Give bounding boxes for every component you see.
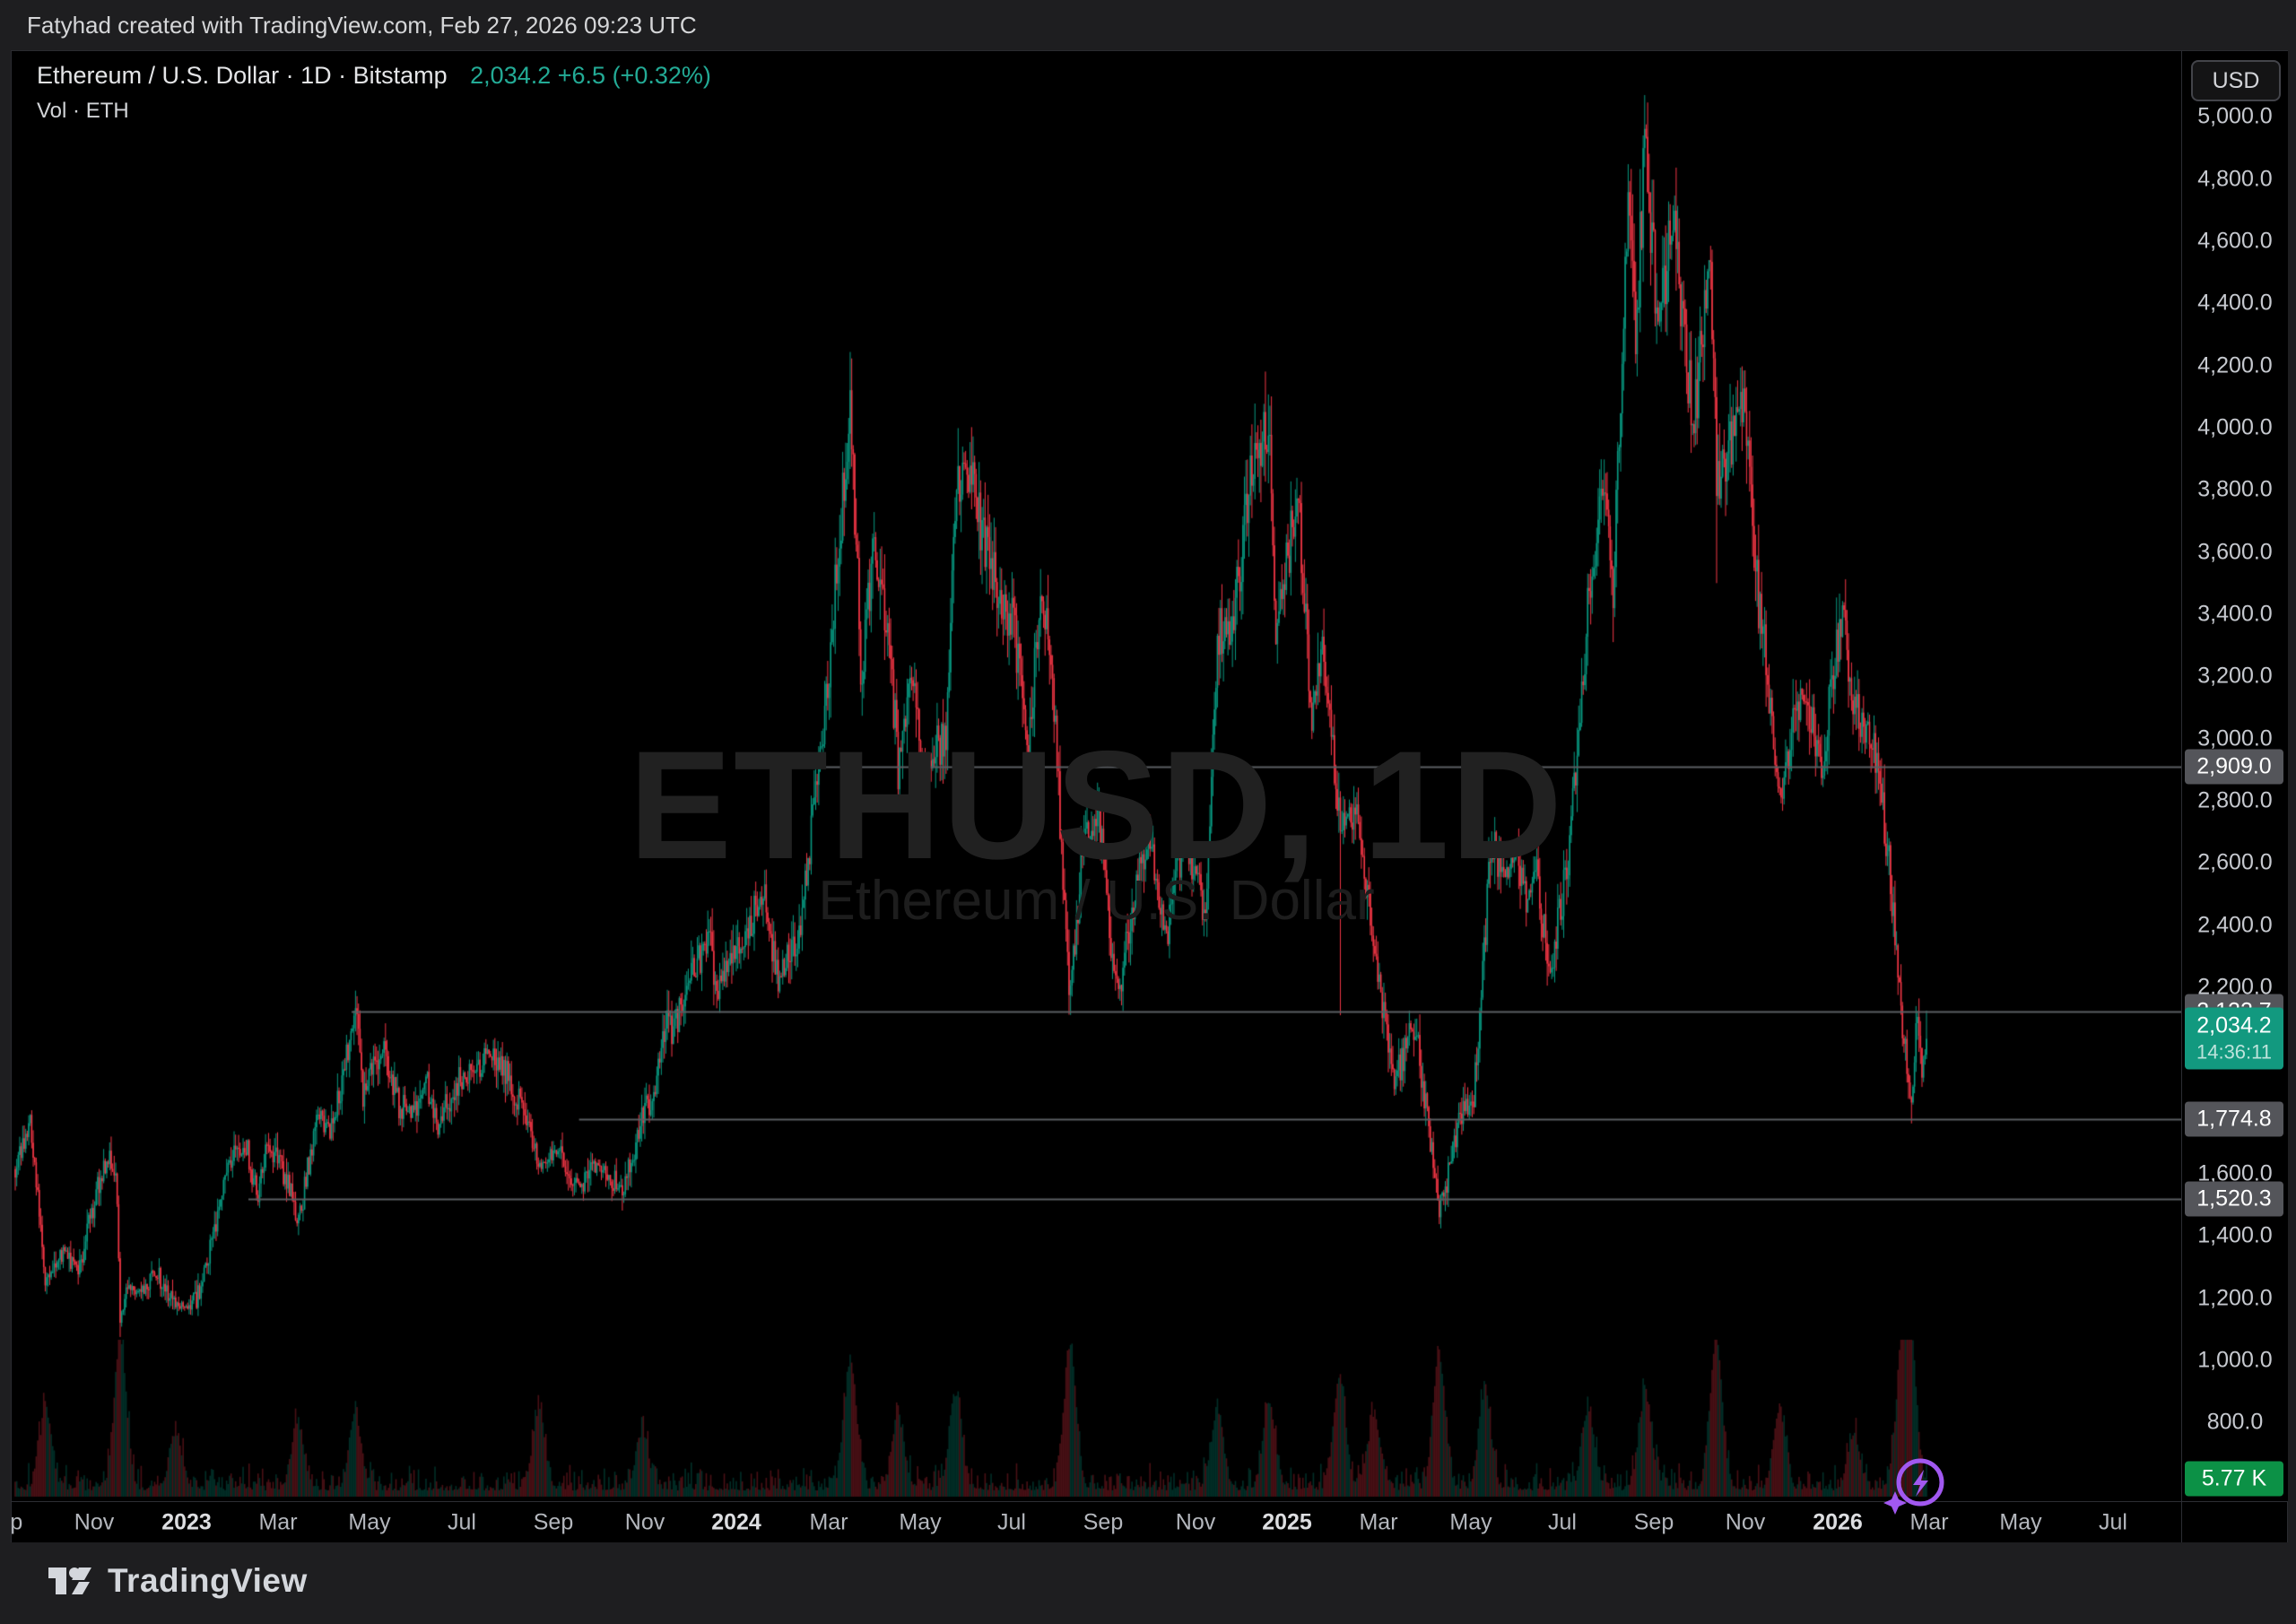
current-price-badge: 2,034.2 14:36:11 [2185,1008,2283,1070]
price-tick-label: 3,200.0 [2182,664,2288,690]
price-tick-label: 2,800.0 [2182,787,2288,813]
time-axis-label: Sep [1083,1509,1123,1535]
candlestick-chart-canvas[interactable] [12,51,2181,1501]
time-axis-label: Nov [625,1509,665,1535]
current-price-value: 2,034.2 [2185,1013,2283,1039]
time-axis-separator [2181,1502,2182,1542]
chart-panel: ETHUSD, 1D Ethereum / U.S. Dollar Ethere… [11,50,2288,1542]
price-tick-label: 4,000.0 [2182,414,2288,440]
volume-indicator-label[interactable]: Vol · ETH [37,99,711,124]
price-tick-label: 2,600.0 [2182,850,2288,876]
time-axis-label: Mar [1359,1509,1397,1535]
time-axis-label: Jul [997,1509,1026,1535]
price-tick-label: 2,400.0 [2182,912,2288,938]
price-tick-label: 4,400.0 [2182,291,2288,317]
bar-countdown: 14:36:11 [2185,1041,2283,1064]
price-change: +6.5 (+0.32%) [558,62,711,89]
tradingview-logo-icon [47,1566,95,1596]
time-axis-label: Jul [1548,1509,1577,1535]
time-axis-label: Mar [258,1509,297,1535]
time-axis-label: 2023 [161,1509,212,1535]
price-tick-label: 1,000.0 [2182,1347,2288,1373]
time-axis-label: Jul [448,1509,476,1535]
last-price: 2,034.2 +6.5 (+0.32%) [470,62,711,89]
tradingview-screenshot: Fatyhad created with TradingView.com, Fe… [0,0,2296,1624]
time-axis-label: May [348,1509,390,1535]
time-axis-label: Nov [1726,1509,1765,1535]
price-level-badge: 1,774.8 [2185,1102,2283,1137]
time-axis-label: Mar [809,1509,848,1535]
price-tick-label: 5,000.0 [2182,104,2288,130]
time-axis-label: May [1449,1509,1492,1535]
time-axis-label: May [899,1509,941,1535]
tradingview-logo-text: TradingView [108,1562,308,1600]
tradingview-logo[interactable]: TradingView [47,1562,308,1600]
time-axis-label: Sep [12,1509,22,1535]
time-axis-label: 2024 [711,1509,761,1535]
price-tick-label: 3,600.0 [2182,539,2288,565]
price-tick-label: 3,000.0 [2182,725,2288,751]
price-tick-label: 800.0 [2182,1410,2288,1436]
time-axis-label: Sep [1634,1509,1674,1535]
price-tick-label: 3,800.0 [2182,477,2288,503]
chart-legend[interactable]: Ethereum / U.S. Dollar · 1D · Bitstamp 2… [37,62,711,124]
price-axis[interactable]: USD 2,034.2 14:36:11 5.77 K 5,000.0 4,800… [2181,51,2288,1501]
time-axis-label: 2025 [1262,1509,1312,1535]
attribution-text: Fatyhad created with TradingView.com, Fe… [27,12,697,39]
price-tick-label: 3,400.0 [2182,601,2288,627]
price-tick-label: 1,400.0 [2182,1223,2288,1249]
time-axis-label: Nov [74,1509,114,1535]
time-axis-label: May [1999,1509,2041,1535]
symbol-title-row[interactable]: Ethereum / U.S. Dollar · 1D · Bitstamp 2… [37,62,711,90]
price-tick-label: 4,200.0 [2182,352,2288,378]
price-tick-label: 4,600.0 [2182,228,2288,254]
time-axis-label: 2026 [1813,1509,1863,1535]
flash-boost-icon[interactable] [1881,1452,1949,1516]
price-tick-label: 1,200.0 [2182,1285,2288,1311]
currency-usd-button[interactable]: USD [2191,60,2281,101]
price-tick-label: 4,800.0 [2182,166,2288,192]
time-axis-label: Sep [534,1509,573,1535]
price-level-badge: 1,520.3 [2185,1181,2283,1216]
time-axis-label: Nov [1176,1509,1215,1535]
price-level-badge: 2,909.0 [2185,750,2283,785]
symbol-title[interactable]: Ethereum / U.S. Dollar · 1D · Bitstamp [37,62,448,89]
attribution-bar: Fatyhad created with TradingView.com, Fe… [0,0,2296,50]
time-axis-label: Jul [2099,1509,2127,1535]
volume-value-badge: 5.77 K [2185,1461,2283,1496]
